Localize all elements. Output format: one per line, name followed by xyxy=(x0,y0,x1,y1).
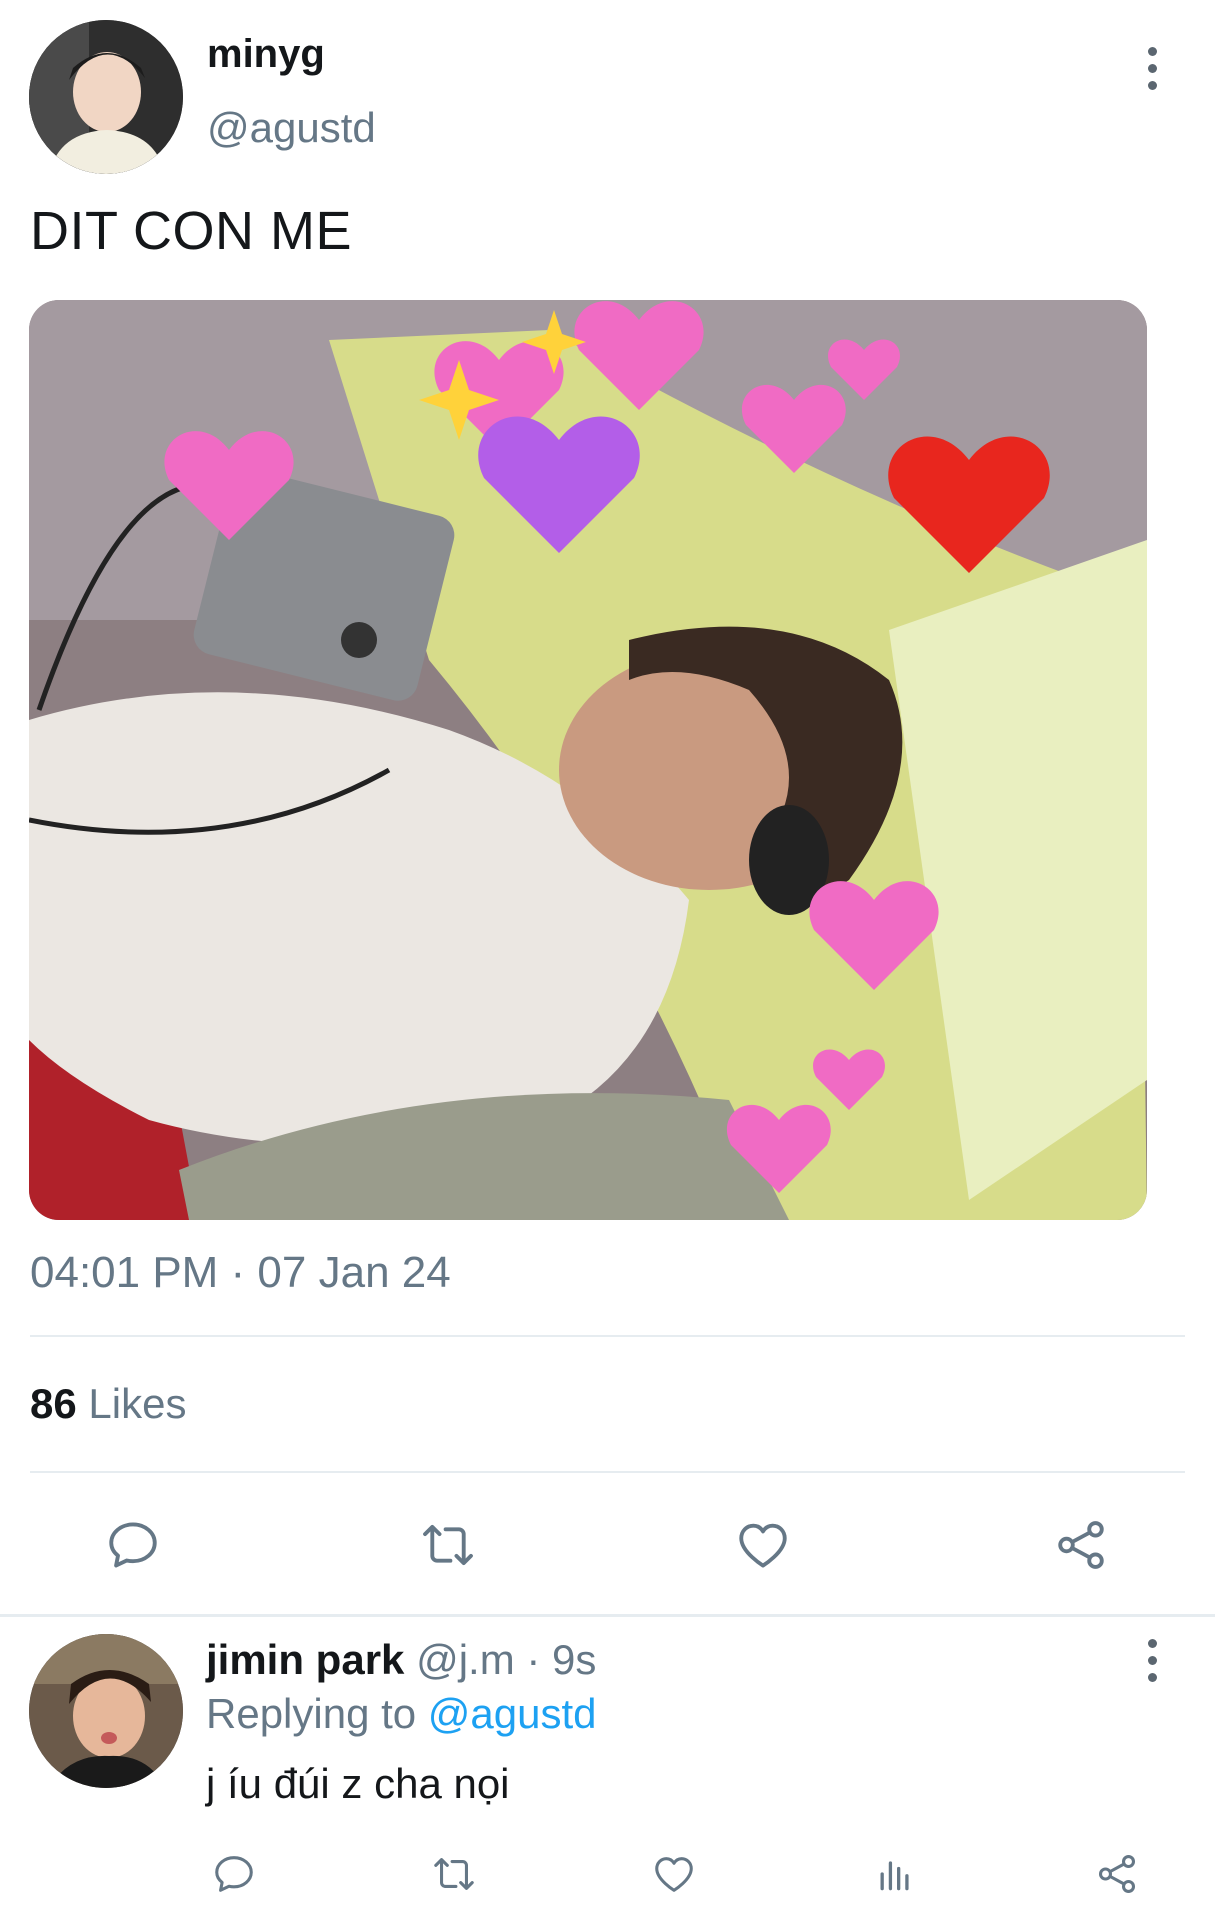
more-vertical-icon[interactable] xyxy=(1132,38,1172,98)
reply-header: jimin park @j.m · 9s xyxy=(206,1636,596,1684)
divider xyxy=(30,1335,1185,1337)
section-divider xyxy=(0,1614,1215,1617)
comment-icon xyxy=(215,1856,253,1892)
reply-like-button[interactable] xyxy=(645,1845,703,1903)
heart-icon xyxy=(655,1857,693,1892)
comment-icon xyxy=(109,1522,157,1568)
reply-button[interactable] xyxy=(98,1510,168,1580)
replying-to-line: Replying to @agustd xyxy=(206,1690,597,1738)
likes-number: 86 xyxy=(30,1380,77,1427)
share-icon xyxy=(1098,1855,1136,1893)
reply-retweet-button[interactable] xyxy=(425,1845,483,1903)
reply-analytics-button[interactable] xyxy=(866,1845,924,1903)
tweet-timestamp[interactable]: 04:01 PM · 07 Jan 24 xyxy=(30,1248,451,1298)
share-icon xyxy=(1058,1521,1104,1569)
author-display-name[interactable]: minyg xyxy=(207,32,325,77)
author-avatar[interactable] xyxy=(29,20,183,174)
more-vertical-icon[interactable] xyxy=(1132,1630,1172,1690)
replying-to-label: Replying to xyxy=(206,1690,417,1737)
divider xyxy=(30,1471,1185,1473)
likes-label: Likes xyxy=(88,1380,187,1427)
like-button[interactable] xyxy=(728,1510,798,1580)
heart-icon xyxy=(739,1523,787,1568)
reply-text: j íu đúi z cha nọi xyxy=(206,1760,510,1807)
tweet-media-image[interactable] xyxy=(29,300,1147,1220)
likes-count[interactable]: 86 Likes xyxy=(30,1380,186,1428)
tweet-text: DIT CON ME xyxy=(30,201,353,261)
reply-share-button[interactable] xyxy=(1088,1845,1146,1903)
reply-author-avatar[interactable] xyxy=(29,1634,183,1788)
analytics-icon xyxy=(880,1861,909,1891)
replying-to-mention[interactable]: @agustd xyxy=(428,1690,597,1737)
retweet-icon xyxy=(423,1524,473,1566)
author-handle[interactable]: @agustd xyxy=(207,104,376,152)
reply-separator: · xyxy=(514,1636,553,1683)
retweet-button[interactable] xyxy=(413,1510,483,1580)
retweet-icon xyxy=(434,1858,474,1890)
reply-author-display-name[interactable]: jimin park xyxy=(206,1636,404,1683)
reply-reply-button[interactable] xyxy=(205,1845,263,1903)
share-button[interactable] xyxy=(1046,1510,1116,1580)
reply-time[interactable]: 9s xyxy=(552,1636,596,1683)
reply-author-handle[interactable]: @j.m xyxy=(416,1636,515,1683)
